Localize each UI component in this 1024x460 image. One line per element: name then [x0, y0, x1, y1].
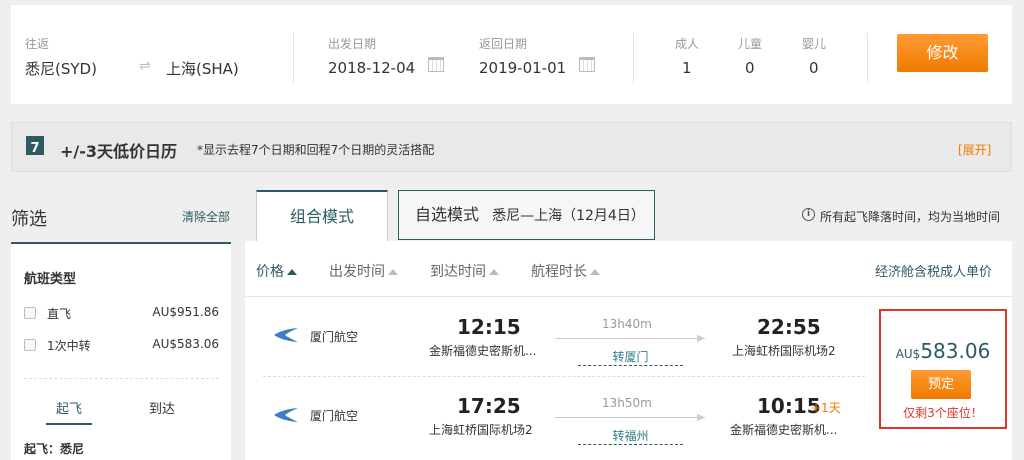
filter-option-price: AU$583.06 [152, 337, 219, 351]
flight-duration: 13h50m [602, 396, 652, 410]
active-tab-indicator [46, 423, 92, 425]
origin-city[interactable]: 悉尼(SYD) [25, 58, 97, 79]
arrival-time: 22:55 [757, 315, 821, 339]
arrow-icon: ▶ [697, 412, 705, 423]
clear-all-link[interactable]: 清除全部 [182, 208, 230, 225]
price-basis-note: 经济舱含税成人单价 [875, 265, 993, 280]
seats-left-note: 仅剩3个座位！ [903, 406, 983, 420]
flight-type-heading: 航班类型 [24, 272, 77, 287]
depart-date-label: 出发日期 [328, 37, 377, 51]
return-date-value[interactable]: 2019-01-01 [479, 59, 566, 77]
arrival-airport: 上海虹桥国际机场2 [732, 344, 836, 358]
filter-option-label: 直飞 [47, 307, 72, 321]
return-date-label: 返回日期 [479, 37, 528, 51]
destination-city[interactable]: 上海(SHA) [166, 58, 239, 79]
low-price-note: *显示去程7个日期和回程7个日期的灵活搭配 [197, 143, 435, 157]
free-mode-label: 自选模式 [415, 205, 480, 224]
child-label: 儿童 [738, 37, 763, 51]
trip-type-label: 往返 [25, 37, 50, 51]
expand-link[interactable]: [展开] [958, 141, 991, 158]
calendar-icon[interactable] [428, 57, 444, 72]
flight-row[interactable]: 厦门航空 12:15 金斯福德史密斯机... 13h40m ▶ 转厦门 22:5… [245, 298, 865, 376]
results-panel: 价格 出发时间 到达时间 航程时长 经济舱含税成人单价 厦门航空 12:15 金… [245, 241, 1012, 460]
calendar-icon: 7 [26, 136, 44, 156]
book-button[interactable]: 预定 [911, 370, 971, 399]
departure-time: 17:25 [457, 394, 521, 418]
tab-depart-filter[interactable]: 起飞 [56, 398, 82, 417]
route-line [555, 338, 705, 339]
day-offset: +1天 [811, 401, 841, 415]
sort-label: 出发时间 [329, 264, 385, 280]
xiamen-airlines-logo-icon [274, 408, 298, 422]
flight-row[interactable]: 厦门航空 17:25 上海虹桥国际机场2 13h50m ▶ 转福州 10:15 … [245, 377, 865, 455]
infant-label: 婴儿 [802, 37, 827, 51]
tab-free-mode[interactable]: 自选模式 悉尼—上海（12月4日） [398, 190, 655, 240]
filter-title: 筛选 [11, 209, 47, 230]
airline-name: 厦门航空 [310, 409, 359, 423]
sort-label: 到达时间 [430, 264, 486, 280]
child-count[interactable]: 0 [745, 59, 755, 77]
search-summary: 往返 悉尼(SYD) ⇌ 上海(SHA) 出发日期 2018-12-04 返回日… [11, 5, 1012, 104]
sort-asc-icon [287, 269, 297, 275]
divider [633, 33, 634, 83]
price-amount: 583.06 [920, 339, 991, 363]
filter-option-price: AU$951.86 [152, 305, 219, 319]
price-currency: AU$ [895, 347, 921, 361]
sort-icon [590, 269, 600, 275]
departure-airport: 上海虹桥国际机场2 [429, 423, 533, 437]
price: AU$583.06 [881, 339, 1005, 363]
sort-duration[interactable]: 航程时长 [531, 261, 600, 281]
divider [293, 33, 294, 83]
low-price-calendar-bar[interactable]: 7 +/-3天低价日历 *显示去程7个日期和回程7个日期的灵活搭配 [展开] [11, 122, 1012, 172]
infant-count[interactable]: 0 [809, 59, 819, 77]
tab-arrive-filter[interactable]: 到达 [149, 398, 175, 417]
airline-name: 厦门航空 [310, 330, 359, 344]
route-line [555, 417, 705, 418]
departure-time: 12:15 [457, 315, 521, 339]
swap-icon[interactable]: ⇌ [139, 58, 151, 74]
direct-checkbox[interactable] [24, 307, 36, 319]
arrow-icon: ▶ [697, 333, 705, 344]
arrival-airport: 金斯福德史密斯机... [730, 423, 838, 437]
flight-duration: 13h40m [602, 317, 652, 331]
free-mode-route: 悉尼—上海（12月4日） [492, 208, 645, 224]
calendar-icon[interactable] [579, 57, 595, 72]
adult-count[interactable]: 1 [682, 59, 692, 77]
sort-label: 价格 [256, 264, 284, 280]
filter-option-label: 1次中转 [47, 339, 91, 353]
xiamen-airlines-logo-icon [274, 328, 298, 342]
calendar-icon-number: 7 [30, 141, 40, 156]
modify-button[interactable]: 修改 [897, 34, 988, 72]
sort-icon [489, 269, 499, 275]
info-icon: i [802, 208, 815, 221]
low-price-title: +/-3天低价日历 [60, 142, 178, 161]
departure-airport: 金斯福德史密斯机... [429, 344, 537, 358]
price-box: AU$583.06 预定 仅剩3个座位！ [879, 309, 1007, 429]
transfer-city[interactable]: 转福州 [578, 427, 683, 445]
one-stop-checkbox[interactable] [24, 339, 36, 351]
timezone-note: 所有起飞降落时间，均为当地时间 [820, 210, 1001, 224]
sort-label: 航程时长 [531, 264, 587, 280]
transfer-city[interactable]: 转厦门 [578, 348, 683, 366]
divider [24, 378, 219, 379]
divider [867, 33, 868, 83]
sort-arrive-time[interactable]: 到达时间 [430, 261, 499, 281]
sort-price[interactable]: 价格 [256, 261, 297, 281]
sort-icon [388, 269, 398, 275]
filter-panel: 航班类型 直飞 AU$951.86 1次中转 AU$583.06 起飞 到达 起… [11, 242, 231, 460]
depart-date-value[interactable]: 2018-12-04 [328, 59, 415, 77]
tab-combo-mode[interactable]: 组合模式 [256, 190, 388, 241]
depart-city-filter: 起飞：悉尼 [24, 442, 85, 456]
sort-depart-time[interactable]: 出发时间 [329, 261, 398, 281]
adult-label: 成人 [675, 37, 700, 51]
